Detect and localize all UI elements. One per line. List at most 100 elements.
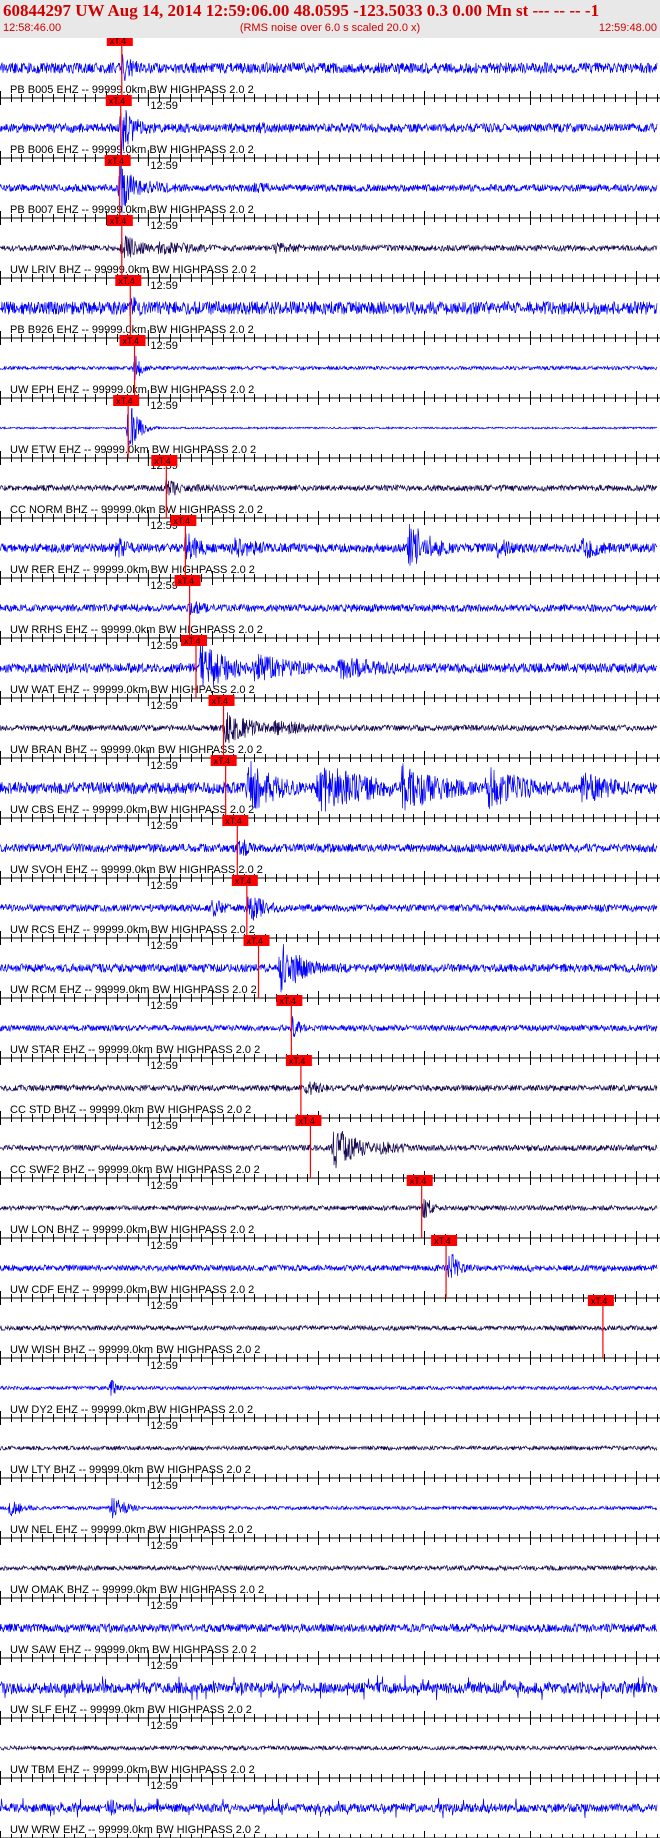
channel-label: UW LON BHZ -- 99999.0km BW HIGHPASS 2.0 …	[10, 1224, 254, 1236]
channel-label: UW RCS EHZ -- 99999.0km BW HIGHPASS 2.0 …	[10, 924, 255, 936]
pick-label: xT.4	[434, 1236, 451, 1246]
pick-label: xT.4	[214, 756, 231, 766]
channel-label: UW SLF EHZ -- 99999.0km BW HIGHPASS 2.0 …	[10, 1704, 252, 1716]
waveform	[0, 1675, 658, 1701]
waveform	[0, 235, 658, 259]
pick-label: xT.4	[410, 1176, 427, 1186]
waveform	[0, 523, 658, 566]
channel-label: PB B926 EHZ -- 99999.0km BW HIGHPASS 2.0…	[10, 324, 254, 336]
waveform	[0, 1379, 658, 1396]
channel-label: UW OMAK BHZ -- 99999.0km BW HIGHPASS 2.0…	[10, 1584, 264, 1596]
pick-label: xT.4	[123, 336, 140, 346]
waveform	[0, 1744, 658, 1752]
pick-label: xT.4	[116, 396, 133, 406]
channel-label: PB B007 EHZ -- 99999.0km BW HIGHPASS 2.0…	[10, 204, 254, 216]
waveform	[0, 896, 658, 921]
channel-label: UW CDF EHZ -- 99999.0km BW HIGHPASS 2.0 …	[10, 1284, 254, 1296]
minute-label: 12:59	[150, 340, 178, 352]
minute-label: 12:59	[150, 880, 178, 892]
waveform	[0, 1797, 658, 1819]
minute-label: 12:59	[150, 1480, 178, 1492]
channel-label: UW STAR EHZ -- 99999.0km BW HIGHPASS 2.0…	[10, 1044, 260, 1056]
waveform	[0, 1016, 658, 1037]
channel-label: CC STD BHZ -- 99999.0km BW HIGHPASS 2.0 …	[10, 1104, 251, 1116]
minute-label: 12:59	[150, 100, 178, 112]
channel-label: UW RRHS EHZ -- 99999.0km BW HIGHPASS 2.0…	[10, 624, 263, 636]
minute-label: 12:59	[150, 1240, 178, 1252]
minute-label: 12:59	[150, 1780, 178, 1792]
pick-label: xT.4	[235, 876, 252, 886]
minute-label: 12:59	[150, 1540, 178, 1552]
minute-label: 12:59	[150, 160, 178, 172]
minute-label: 12:59	[150, 1000, 178, 1012]
minute-label: 12:59	[150, 220, 178, 232]
waveform	[0, 355, 658, 380]
pick-label: xT.4	[591, 1296, 608, 1306]
pick-label: xT.4	[298, 1116, 315, 1126]
pick-label: xT.4	[109, 96, 126, 106]
pick-label: xT.4	[110, 38, 127, 46]
pick-label: xT.4	[212, 696, 229, 706]
minute-label: 12:59	[150, 1300, 178, 1312]
seismogram-header: 60844297 UW Aug 14, 2014 12:59:06.00 48.…	[0, 0, 660, 38]
rms-note: (RMS noise over 6.0 s scaled 20.0 x)	[239, 22, 421, 34]
minute-label: 12:59	[150, 1120, 178, 1132]
waveform	[0, 1198, 658, 1219]
minute-label: 12:59	[150, 1060, 178, 1072]
waveform	[0, 1253, 658, 1278]
channel-label: UW SVOH EHZ -- 99999.0km BW HIGHPASS 2.0…	[10, 864, 263, 876]
channel-label: CC SWF2 BHZ -- 99999.0km BW HIGHPASS 2.0…	[10, 1164, 260, 1176]
minute-label: 12:59	[150, 1600, 178, 1612]
waveform	[0, 1564, 658, 1572]
waveform	[0, 600, 658, 616]
channel-label: UW TBM EHZ -- 99999.0km BW HIGHPASS 2.0 …	[10, 1764, 255, 1776]
channel-label: CC NORM BHZ -- 99999.0km BW HIGHPASS 2.0…	[10, 504, 263, 516]
channel-label: UW ETW EHZ -- 99999.0km BW HIGHPASS 2.0 …	[10, 444, 256, 456]
channel-label: UW WAT EHZ -- 99999.0km BW HIGHPASS 2.0 …	[10, 684, 255, 696]
channel-label: PB B005 EHZ -- 99999.0km BW HIGHPASS 2.0…	[10, 84, 254, 96]
minute-label: 12:59	[150, 820, 178, 832]
channel-label: UW DY2 EHZ -- 99999.0km BW HIGHPASS 2.0 …	[10, 1404, 253, 1416]
channel-label: UW RCM EHZ -- 99999.0km BW HIGHPASS 2.0 …	[10, 984, 257, 996]
waveform	[0, 1324, 658, 1332]
minute-label: 12:59	[150, 700, 178, 712]
pick-label: xT.4	[110, 216, 127, 226]
waveform	[0, 54, 658, 82]
minute-label: 12:59	[150, 760, 178, 772]
end-time: 12:59:48.00	[598, 22, 657, 34]
waveform	[0, 712, 658, 744]
channel-label: UW NEL EHZ -- 99999.0km BW HIGHPASS 2.0 …	[10, 1524, 253, 1536]
pick-label: xT.4	[173, 516, 190, 526]
pick-label: xT.4	[178, 576, 195, 586]
minute-label: 12:59	[150, 1720, 178, 1732]
waveform	[0, 296, 658, 317]
waveform	[0, 839, 658, 856]
minute-label: 12:59	[150, 640, 178, 652]
pick-label: xT.4	[184, 636, 201, 646]
seismogram-plot: 12:59 PB B005 EHZ -- 99999.0km BW HIGHPAS…	[0, 38, 660, 1838]
channel-label: UW CBS EHZ -- 99999.0km BW HIGHPASS 2.0 …	[10, 804, 254, 816]
channel-label: UW LRIV BHZ -- 99999.0km BW HIGHPASS 2.0…	[10, 264, 256, 276]
pick-label: xT.4	[289, 1056, 306, 1066]
waveform	[0, 1497, 658, 1519]
minute-label: 12:59	[150, 1660, 178, 1672]
minute-label: 12:59	[150, 940, 178, 952]
pick-label: xT.4	[108, 156, 125, 166]
channel-label: UW BRAN BHZ -- 99999.0km BW HIGHPASS 2.0…	[10, 744, 262, 756]
channel-label: UW WISH BHZ -- 99999.0km BW HIGHPASS 2.0…	[10, 1344, 260, 1356]
waveform	[0, 478, 658, 496]
pick-label: xT.4	[154, 456, 171, 466]
waveform	[0, 641, 658, 687]
minute-label: 12:59	[150, 1180, 178, 1192]
pick-label: xT.4	[225, 816, 242, 826]
waveform	[0, 1130, 658, 1169]
waveform	[0, 1622, 658, 1634]
minute-label: 12:59	[150, 1420, 178, 1432]
waveform	[0, 1081, 658, 1096]
waveform	[0, 1444, 658, 1452]
pick-label: xT.4	[279, 996, 296, 1006]
pick-label: xT.4	[118, 276, 135, 286]
channel-label: UW RER EHZ -- 99999.0km BW HIGHPASS 2.0 …	[10, 564, 255, 576]
channel-label: UW SAW EHZ -- 99999.0km BW HIGHPASS 2.0 …	[10, 1644, 256, 1656]
event-title: 60844297 UW Aug 14, 2014 12:59:06.00 48.…	[3, 1, 600, 20]
